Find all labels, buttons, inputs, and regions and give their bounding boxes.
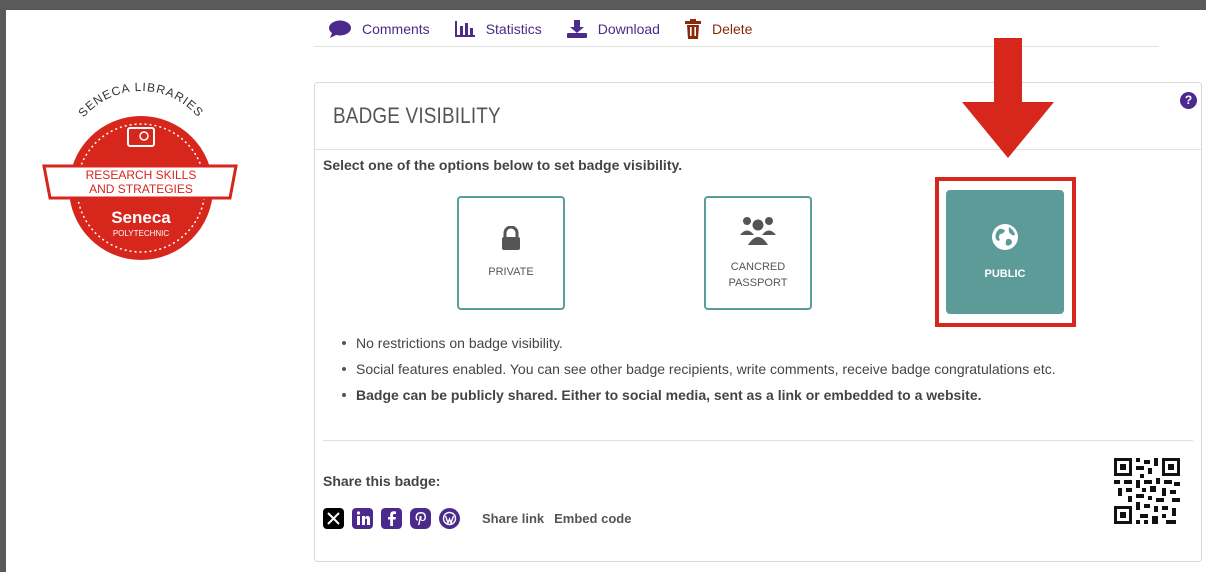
badge-image: SENECA LIBRARIES RESEARCH SKILLS AND STR… [42, 80, 238, 260]
download-icon [566, 20, 587, 38]
svg-text:RESEARCH SKILLS: RESEARCH SKILLS [86, 168, 197, 182]
red-arrow-annotation [962, 38, 1054, 158]
comments-button[interactable]: Comments [328, 20, 430, 38]
panel-title: BADGE VISIBILITY [333, 103, 501, 128]
help-icon[interactable]: ? [1180, 92, 1197, 109]
share-row: Share link Embed code [323, 505, 641, 531]
public-label: PUBLIC [984, 268, 1026, 280]
bar-chart-icon [454, 21, 475, 37]
comments-label: Comments [362, 21, 430, 37]
statistics-button[interactable]: Statistics [454, 20, 542, 38]
users-icon [740, 217, 776, 245]
svg-text:POLYTECHNIC: POLYTECHNIC [113, 229, 170, 238]
qr-code[interactable] [1114, 458, 1180, 524]
wordpress-icon[interactable] [439, 507, 460, 529]
linkedin-icon[interactable] [352, 507, 373, 529]
globe-icon [992, 224, 1018, 250]
share-title: Share this badge: [323, 473, 441, 489]
pinterest-icon[interactable] [410, 507, 431, 529]
passport-label-line2: PASSPORT [728, 277, 788, 289]
cancred-passport-label: CANCRED PASSPORT [729, 259, 788, 291]
download-label: Download [597, 21, 660, 37]
passport-label-line1: CANCRED [730, 261, 786, 273]
embed-code-button[interactable]: Embed code [554, 511, 631, 526]
comment-bubble-icon [329, 20, 351, 38]
list-item: Social features enabled. You can see oth… [342, 360, 1056, 386]
visibility-option-public[interactable]: PUBLIC [946, 190, 1064, 314]
statistics-label: Statistics [485, 21, 542, 37]
svg-text:Seneca: Seneca [111, 208, 171, 227]
visibility-option-cancred-passport[interactable]: CANCRED PASSPORT [704, 196, 812, 310]
share-link-button[interactable]: Share link [482, 511, 544, 526]
lock-icon [502, 226, 520, 250]
download-button[interactable]: Download [566, 20, 660, 38]
list-item: No restrictions on badge visibility. [342, 334, 1056, 360]
list-item: Badge can be publicly shared. Either to … [342, 386, 1056, 412]
badge-toolbar: Comments Statistics Download Delete [328, 14, 776, 44]
panel-divider [315, 149, 1201, 150]
delete-label: Delete [711, 21, 753, 37]
visibility-option-private[interactable]: PRIVATE [457, 196, 565, 310]
delete-button[interactable]: Delete [684, 19, 752, 39]
visibility-details-list: No restrictions on badge visibility. Soc… [342, 334, 1056, 412]
facebook-icon[interactable] [381, 507, 402, 529]
svg-text:SENECA LIBRARIES: SENECA LIBRARIES [75, 80, 206, 120]
visibility-instruction: Select one of the options below to set b… [323, 157, 683, 173]
x-twitter-icon[interactable] [323, 507, 344, 529]
trash-icon [684, 19, 701, 39]
private-label: PRIVATE [488, 266, 534, 278]
share-divider [323, 440, 1193, 441]
svg-text:AND STRATEGIES: AND STRATEGIES [89, 182, 193, 196]
